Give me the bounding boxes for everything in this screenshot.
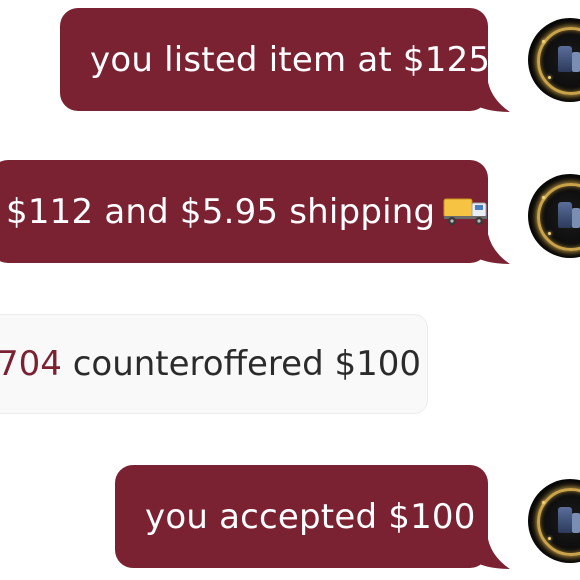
- message-text: you accepted $100: [145, 496, 476, 537]
- message-action-text: counteroffered $100: [72, 344, 422, 384]
- incoming-message-bubble: 704 counteroffered $100: [0, 314, 428, 414]
- chat-thread: you listed item at $125 $112 and $5.95 s…: [0, 0, 580, 580]
- bubble-tail: [470, 82, 510, 112]
- sparkle: [548, 76, 551, 79]
- avatar[interactable]: [528, 479, 580, 563]
- message-text: 704 counteroffered $100: [0, 347, 421, 381]
- outgoing-message-bubble: you listed item at $125: [60, 8, 510, 112]
- sparkle: [548, 232, 551, 235]
- avatar-figure: [558, 46, 572, 72]
- outgoing-message-bubble: $112 and $5.95 shipping: [0, 160, 510, 264]
- avatar-figure: [572, 208, 580, 228]
- avatar-figure: [558, 202, 572, 228]
- avatar[interactable]: [528, 18, 580, 102]
- username-link[interactable]: 704: [0, 344, 62, 384]
- sparkle: [542, 40, 545, 43]
- bubble-tail: [470, 234, 510, 264]
- avatar-figure: [572, 513, 580, 533]
- avatar-figure: [572, 52, 580, 72]
- sparkle: [548, 537, 551, 540]
- avatar-figure: [558, 507, 572, 533]
- sparkle: [542, 501, 545, 504]
- outgoing-message-bubble: you accepted $100: [115, 465, 510, 569]
- message-text-content: $112 and $5.95 shipping: [6, 191, 436, 232]
- message-text: $112 and $5.95 shipping: [6, 195, 489, 229]
- message-text: you listed item at $125: [90, 39, 491, 80]
- sparkle: [542, 196, 545, 199]
- avatar[interactable]: [528, 174, 580, 258]
- delivery-truck-icon: [443, 198, 488, 225]
- bubble-tail: [470, 539, 510, 569]
